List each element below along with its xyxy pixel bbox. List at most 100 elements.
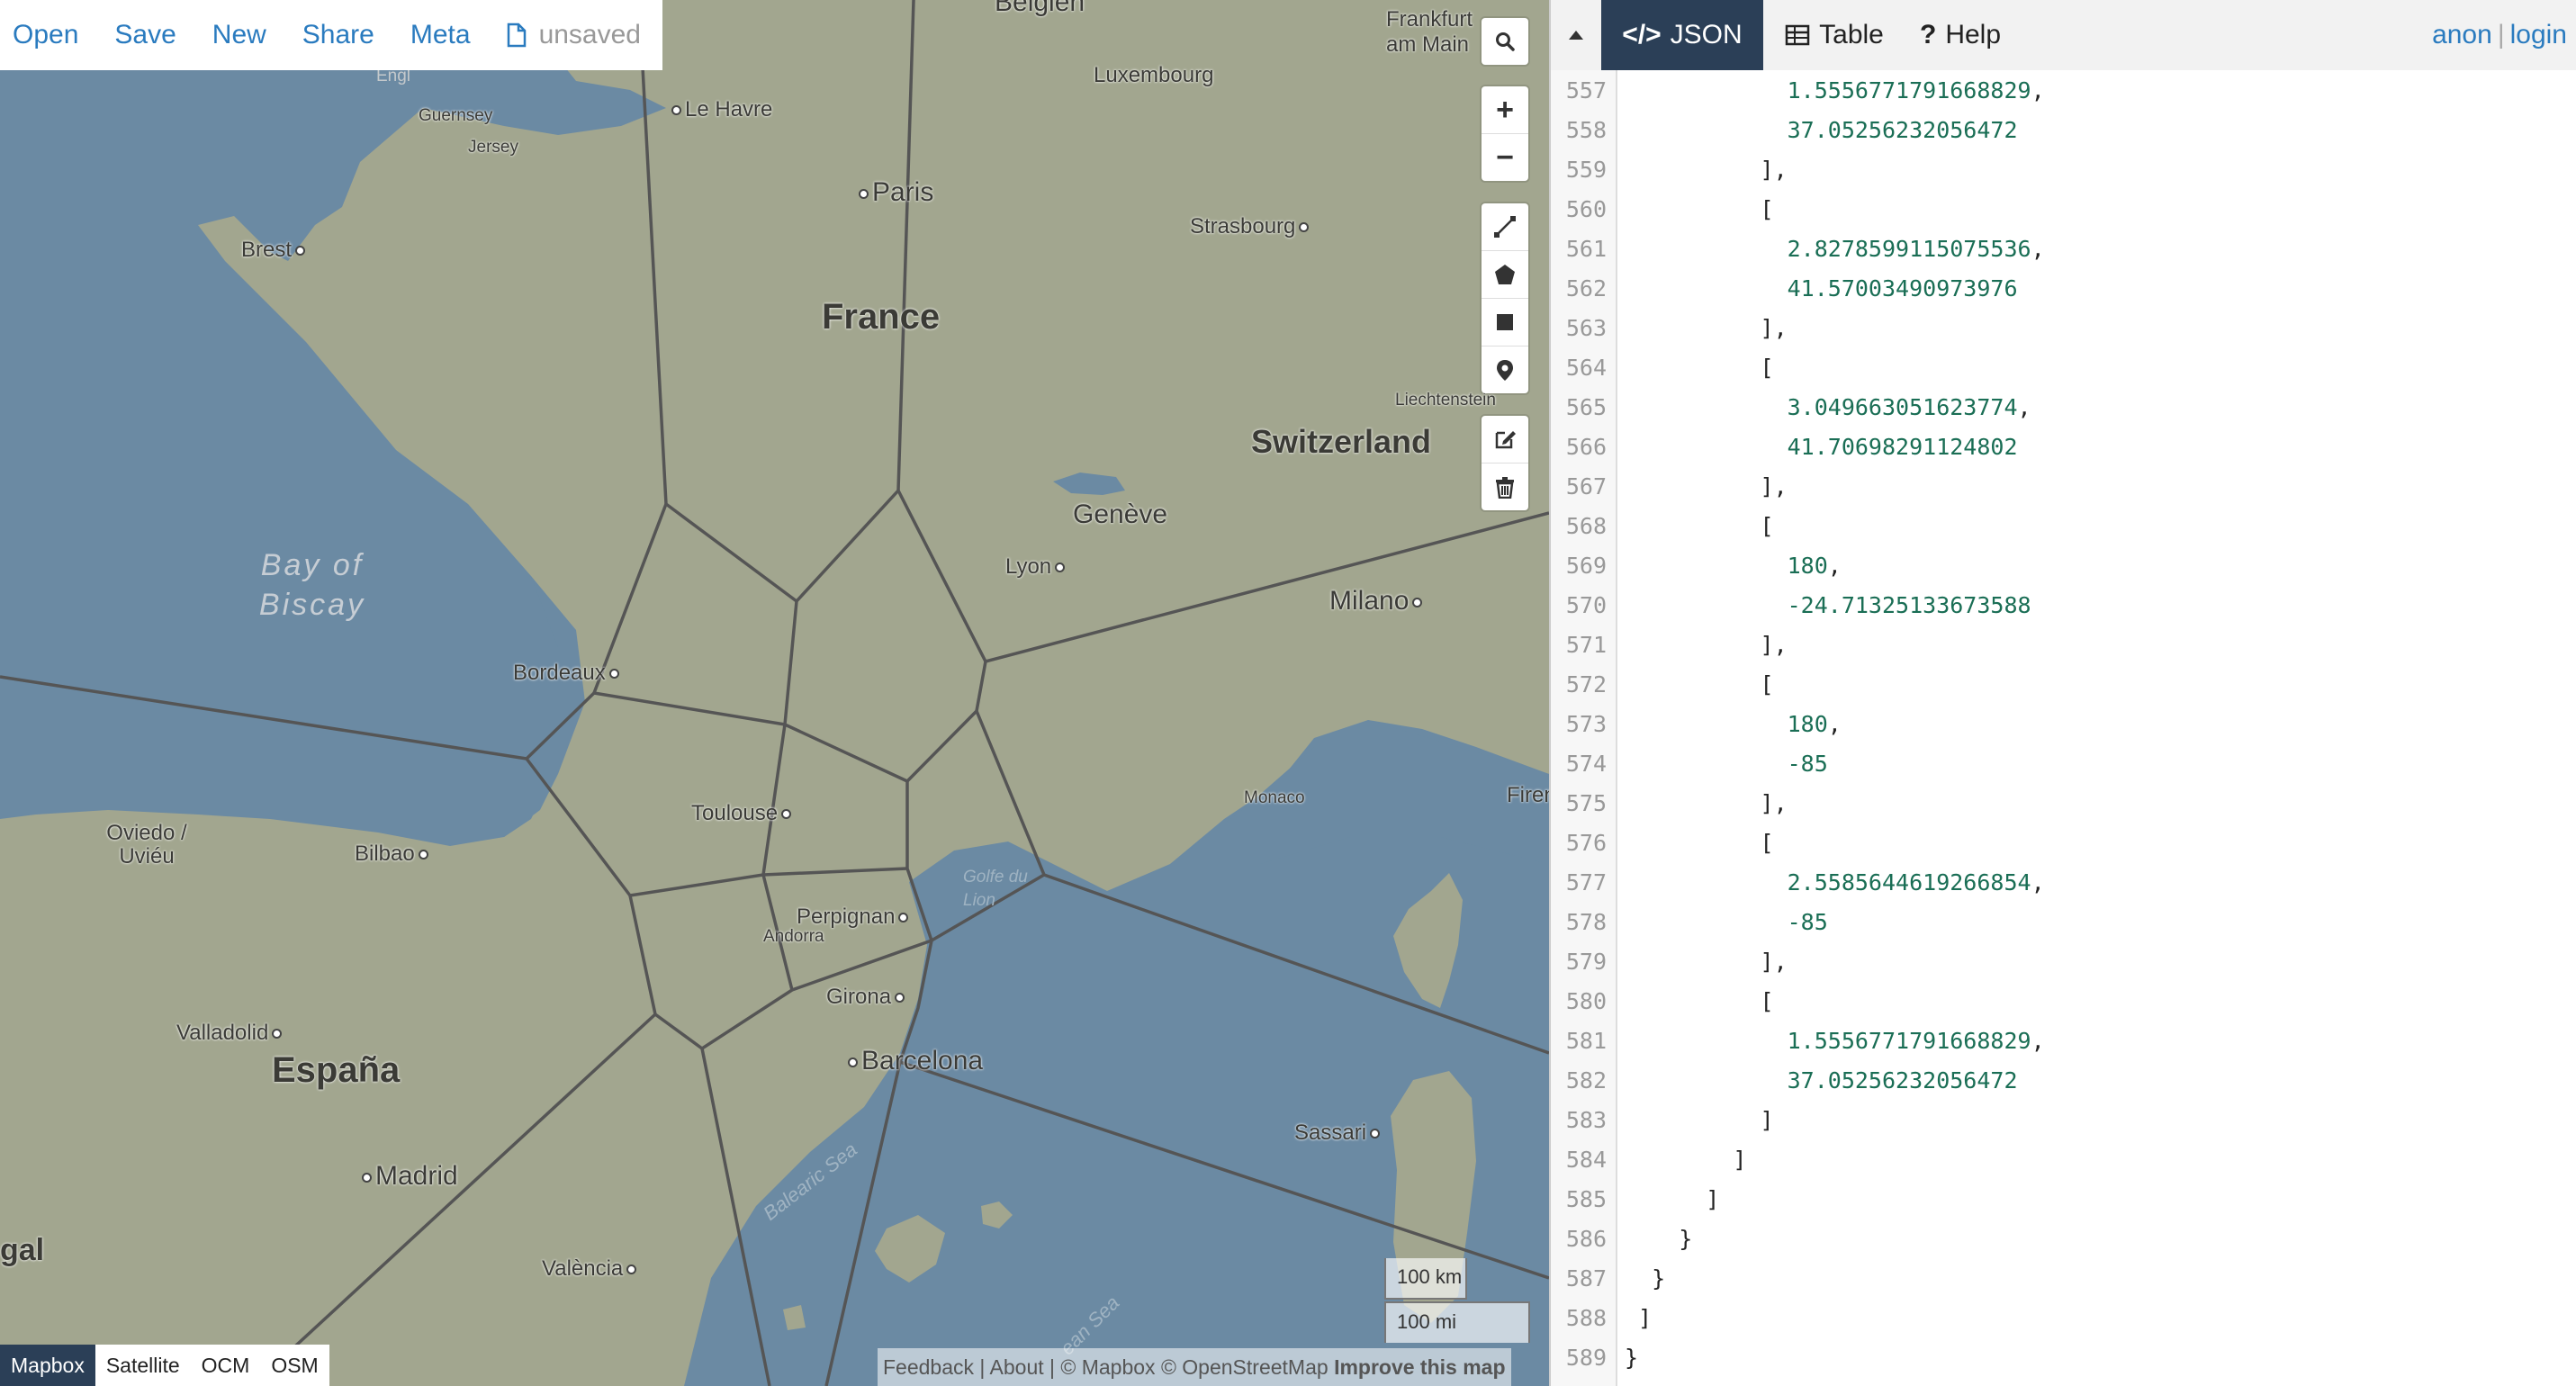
new-button[interactable]: New bbox=[212, 20, 266, 50]
collapse-panel-button[interactable] bbox=[1551, 0, 1601, 70]
layer-mapbox[interactable]: Mapbox bbox=[0, 1345, 95, 1386]
code-icon: </> bbox=[1622, 20, 1662, 50]
json-editor[interactable]: 557 1.5556771791668829, 558 37.0525623205… bbox=[1551, 70, 2576, 1386]
code-line: 563 ], bbox=[1551, 309, 2576, 348]
line-number: 570 bbox=[1565, 592, 1607, 618]
label-brest: Brest bbox=[241, 238, 309, 263]
code-line: 566 41.70698291124802 bbox=[1551, 428, 2576, 467]
layer-satellite[interactable]: Satellite bbox=[95, 1345, 191, 1386]
tab-json[interactable]: </> JSON bbox=[1601, 0, 1763, 70]
osm-credit-link[interactable]: © OpenStreetMap bbox=[1161, 1355, 1329, 1379]
line-number: 571 bbox=[1565, 632, 1607, 658]
about-link[interactable]: About bbox=[990, 1355, 1044, 1379]
zoom-control: + − bbox=[1482, 86, 1528, 181]
label-switzerland: Switzerland bbox=[1251, 423, 1432, 460]
side-panel: </> JSON Table ? Help anon | login 557 1.555… bbox=[1549, 0, 2576, 1386]
code-line: 588 ] bbox=[1551, 1299, 2576, 1338]
open-button[interactable]: Open bbox=[13, 20, 78, 50]
label-espana: España bbox=[272, 1050, 401, 1090]
tab-json-label: JSON bbox=[1670, 20, 1743, 50]
line-number: 582 bbox=[1565, 1067, 1607, 1094]
marker-icon bbox=[1497, 360, 1513, 381]
draw-polygon-button[interactable] bbox=[1482, 251, 1528, 299]
delete-button[interactable] bbox=[1482, 464, 1528, 510]
draw-marker-button[interactable] bbox=[1482, 346, 1528, 393]
map-view[interactable]: Belgien Frankfurt am Main Luxembourg Eng… bbox=[0, 0, 1549, 1386]
save-status-text: unsaved bbox=[538, 20, 641, 50]
code-line: 583 ] bbox=[1551, 1101, 2576, 1140]
minus-icon: − bbox=[1496, 140, 1514, 175]
map-attribution: Feedback | About | © Mapbox © OpenStreet… bbox=[878, 1348, 1511, 1386]
layer-ocm[interactable]: OCM bbox=[191, 1345, 261, 1386]
label-paris: Paris bbox=[855, 177, 933, 208]
code-line: 585 ] bbox=[1551, 1180, 2576, 1220]
code-line: 567 ], bbox=[1551, 467, 2576, 507]
tab-table[interactable]: Table bbox=[1767, 0, 1902, 70]
line-number: 576 bbox=[1565, 830, 1607, 856]
improve-map-link[interactable]: Improve this map bbox=[1334, 1355, 1505, 1379]
panel-tabs: </> JSON Table ? Help anon | login bbox=[1551, 0, 2576, 70]
code-line: 570 -24.71325133673588 bbox=[1551, 586, 2576, 626]
line-number: 561 bbox=[1565, 236, 1607, 262]
draw-line-button[interactable] bbox=[1482, 203, 1528, 251]
label-oviedo: Oviedo / Uviéu bbox=[106, 821, 187, 868]
line-number: 568 bbox=[1565, 513, 1607, 539]
draw-rectangle-button[interactable] bbox=[1482, 299, 1528, 346]
map-canvas[interactable] bbox=[0, 0, 1549, 1386]
edit-button[interactable] bbox=[1482, 416, 1528, 464]
table-icon bbox=[1785, 24, 1810, 46]
label-golfe-du-lion: Golfe du Lion bbox=[963, 868, 1028, 910]
line-number: 572 bbox=[1565, 671, 1607, 698]
label-perpignan: Perpignan bbox=[797, 904, 912, 930]
code-line: 560 [ bbox=[1551, 190, 2576, 230]
mapbox-credit-link[interactable]: © Mapbox bbox=[1060, 1355, 1155, 1379]
line-text: ] bbox=[1625, 1186, 1720, 1212]
code-line: 576 [ bbox=[1551, 824, 2576, 863]
scale-mi: 100 mi bbox=[1384, 1301, 1530, 1343]
line-number: 565 bbox=[1565, 394, 1607, 420]
code-line: 587 } bbox=[1551, 1259, 2576, 1299]
line-number: 586 bbox=[1565, 1226, 1607, 1252]
code-line: 572 [ bbox=[1551, 665, 2576, 705]
line-number: 563 bbox=[1565, 315, 1607, 341]
search-button[interactable] bbox=[1482, 18, 1528, 65]
scale-km: 100 km bbox=[1384, 1258, 1467, 1300]
code-line: 559 ], bbox=[1551, 150, 2576, 190]
layer-osm[interactable]: OSM bbox=[260, 1345, 329, 1386]
label-monaco: Monaco bbox=[1244, 788, 1305, 807]
label-bilbao: Bilbao bbox=[355, 842, 432, 867]
line-text: 2.5585644619266854, bbox=[1787, 869, 2045, 896]
label-france: France bbox=[822, 297, 941, 337]
line-text: 41.57003490973976 bbox=[1787, 275, 2018, 302]
line-text: 180, bbox=[1787, 711, 1842, 737]
code-line: 580 [ bbox=[1551, 982, 2576, 1022]
save-button[interactable]: Save bbox=[114, 20, 176, 50]
login-link[interactable]: login bbox=[2510, 20, 2567, 50]
zoom-out-button[interactable]: − bbox=[1482, 134, 1528, 181]
meta-button[interactable]: Meta bbox=[410, 20, 471, 50]
label-girona: Girona bbox=[826, 985, 908, 1010]
code-line: 584 ] bbox=[1551, 1140, 2576, 1180]
line-text: ], bbox=[1625, 473, 1788, 500]
file-icon bbox=[507, 22, 526, 48]
file-toolbar: Open Save New Share Meta unsaved bbox=[0, 0, 662, 70]
code-line: 564 [ bbox=[1551, 348, 2576, 388]
feedback-link[interactable]: Feedback bbox=[883, 1355, 974, 1379]
zoom-in-button[interactable]: + bbox=[1482, 86, 1528, 134]
line-number: 567 bbox=[1565, 473, 1607, 500]
label-liechtenstein: Liechtenstein bbox=[1395, 391, 1496, 410]
layer-switcher: Mapbox Satellite OCM OSM bbox=[0, 1345, 329, 1386]
code-line: 561 2.8278599115075536, bbox=[1551, 230, 2576, 269]
code-line: 568 [ bbox=[1551, 507, 2576, 546]
line-text: 1.5556771791668829, bbox=[1787, 1028, 2045, 1054]
line-number: 566 bbox=[1565, 434, 1607, 460]
line-text: -85 bbox=[1787, 751, 1828, 777]
tab-help[interactable]: ? Help bbox=[1902, 0, 2019, 70]
label-geneve: Genève bbox=[1073, 500, 1168, 529]
draw-control bbox=[1482, 203, 1528, 393]
line-number: 559 bbox=[1565, 157, 1607, 183]
line-number: 562 bbox=[1565, 275, 1607, 302]
share-button[interactable]: Share bbox=[302, 20, 374, 50]
line-number: 581 bbox=[1565, 1028, 1607, 1054]
anon-link[interactable]: anon bbox=[2432, 20, 2492, 50]
